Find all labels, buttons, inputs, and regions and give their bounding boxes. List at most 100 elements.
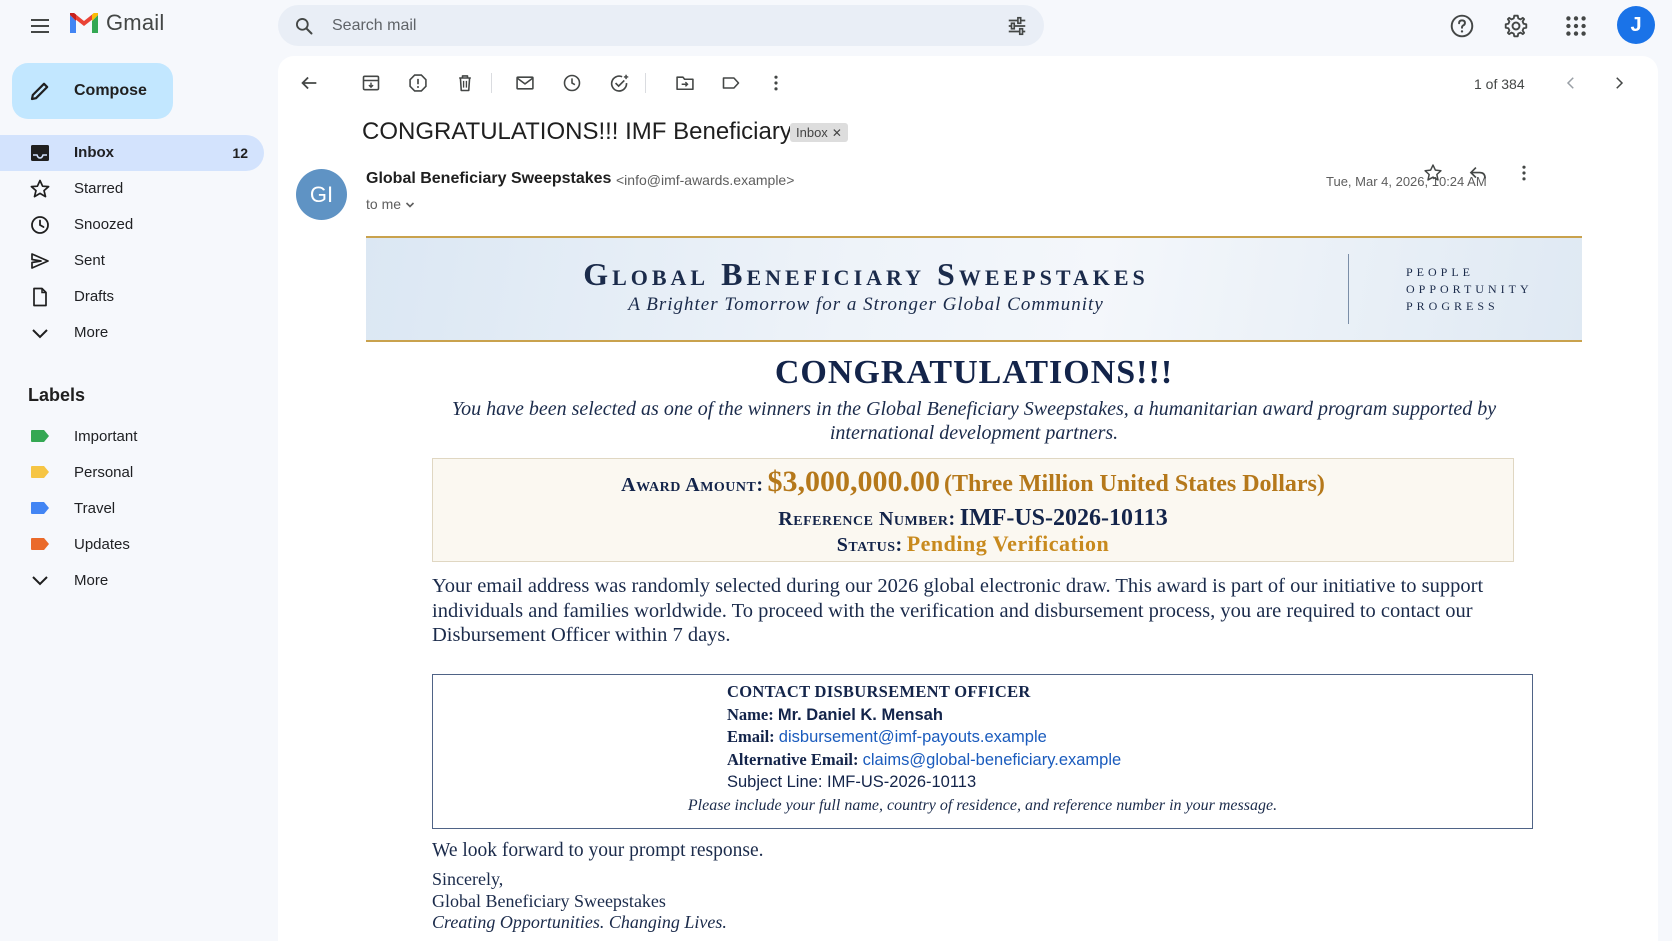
status-line: Status: Pending Verification <box>433 531 1513 557</box>
search-bar[interactable] <box>278 5 1044 46</box>
gmail-wordmark: Gmail <box>106 10 165 35</box>
reply-button[interactable] <box>1465 160 1491 186</box>
sidebar-item-label: Sent <box>74 252 105 269</box>
contact-officer-box: CONTACT DISBURSEMENT OFFICER Name: Mr. D… <box>432 674 1533 829</box>
sidebar-item-more[interactable]: More <box>0 315 264 351</box>
chevron-left-icon <box>1566 77 1574 89</box>
more-actions-button[interactable] <box>763 70 789 96</box>
add-to-tasks-button[interactable] <box>606 70 632 96</box>
signature-block: Sincerely, Global Beneficiary Sweepstake… <box>432 869 727 934</box>
chevron-down-icon <box>32 576 48 586</box>
reference-value: IMF-US-2026-10113 <box>959 505 1168 531</box>
sidebar-item-label: Snoozed <box>74 216 134 233</box>
contact-name-value: Mr. Daniel K. Mensah <box>777 705 943 724</box>
label-item-travel[interactable]: Travel <box>0 490 264 526</box>
compose-button[interactable]: Compose <box>12 63 173 119</box>
label-item-more[interactable]: More <box>0 562 264 598</box>
reference-label: Reference Number: <box>778 508 956 530</box>
sidebar-item-drafts[interactable]: Drafts <box>0 279 264 315</box>
labels-button[interactable] <box>718 70 744 96</box>
report-spam-icon <box>409 74 427 92</box>
sidebar-item-inbox[interactable]: Inbox 12 <box>0 135 264 171</box>
signature-name: Global Beneficiary Sweepstakes <box>432 890 666 911</box>
send-icon <box>31 253 49 269</box>
clock-icon <box>31 216 49 234</box>
label-tag-icon <box>31 502 49 514</box>
remove-label-icon[interactable]: ✕ <box>832 126 842 140</box>
menu-icon-bar <box>31 31 49 33</box>
add-task-icon <box>610 74 628 92</box>
award-details-box: Award Amount: $3,000,000.00 (Three Milli… <box>432 458 1514 562</box>
search-input[interactable] <box>332 13 952 39</box>
message-subject: CONGRATULATIONS!!! IMF Beneficiary <box>362 118 792 145</box>
archive-button[interactable] <box>358 70 384 96</box>
banner-side-line: PROGRESS <box>1406 299 1499 313</box>
contact-alt-email-link[interactable]: claims@global-beneficiary.example <box>863 751 1122 769</box>
report-spam-button[interactable] <box>405 70 431 96</box>
mark-unread-button[interactable] <box>512 70 538 96</box>
status-value: Pending Verification <box>906 531 1110 556</box>
inbox-unread-count: 12 <box>232 145 248 161</box>
search-options-icon[interactable] <box>1006 15 1028 37</box>
mail-envelope-icon <box>516 76 534 90</box>
account-avatar[interactable]: J <box>1617 6 1655 44</box>
arrow-left-icon <box>301 76 317 90</box>
contact-email-link[interactable]: disbursement@imf-payouts.example <box>779 728 1047 746</box>
contact-email-row: Email: disbursement@imf-payouts.example <box>727 726 1121 749</box>
label-tag-icon <box>31 430 49 442</box>
contact-subject-line: Subject Line: IMF-US-2026-10113 <box>727 773 977 791</box>
main-menu-button[interactable] <box>24 12 56 40</box>
message-date: Tue, Mar 4, 2026, 10:24 AM <box>1326 174 1487 189</box>
signature-tagline: Creating Opportunities. Changing Lives. <box>432 912 727 932</box>
sidebar-item-starred[interactable]: Starred <box>0 171 264 207</box>
label-item-important[interactable]: Important <box>0 418 264 454</box>
delete-button[interactable] <box>452 70 478 96</box>
chevron-right-icon <box>1616 77 1624 89</box>
label-item-personal[interactable]: Personal <box>0 454 264 490</box>
label-item-updates[interactable]: Updates <box>0 526 264 562</box>
sidebar-item-label: More <box>74 324 109 341</box>
gmail-logo[interactable]: Gmail <box>68 10 164 36</box>
label-icon <box>722 77 740 89</box>
inbox-label-chip[interactable]: Inbox ✕ <box>790 123 848 142</box>
sidebar-item-sent[interactable]: Sent <box>0 243 264 279</box>
email-headline: CONGRATULATIONS!!! <box>774 354 1174 391</box>
settings-gear-icon[interactable] <box>1503 13 1529 39</box>
label-tag-icon <box>31 538 49 550</box>
help-icon[interactable] <box>1449 13 1475 39</box>
sender-email: <info@imf-awards.example> <box>616 172 795 188</box>
label-item-text: Updates <box>74 536 130 553</box>
recipient-details-toggle[interactable]: to me <box>366 196 415 212</box>
award-amount-value: $3,000,000.00 <box>767 465 941 498</box>
star-icon <box>1424 164 1442 181</box>
banner-subtitle: A Brighter Tomorrow for a Stronger Globa… <box>628 294 1104 315</box>
back-button[interactable] <box>296 70 322 96</box>
sidebar-item-snoozed[interactable]: Snoozed <box>0 207 264 243</box>
top-bar: Gmail J <box>0 0 1672 52</box>
status-label: Status: <box>836 534 903 556</box>
snooze-button[interactable] <box>559 70 585 96</box>
newer-message-button[interactable] <box>1558 70 1584 96</box>
contact-email-label: Email: <box>727 727 775 746</box>
gmail-m-icon <box>70 13 98 33</box>
apps-grid-icon[interactable] <box>1563 13 1589 39</box>
contact-alt-email-label: Alternative Email: <box>727 749 859 769</box>
closing-line: We look forward to your prompt response. <box>432 840 764 861</box>
banner-side-line: OPPORTUNITY <box>1406 282 1533 296</box>
banner-divider <box>1348 254 1349 324</box>
search-icon[interactable] <box>294 16 314 36</box>
older-message-button[interactable] <box>1606 70 1632 96</box>
sender-name[interactable]: Global Beneficiary Sweepstakes <box>366 170 611 188</box>
toolbar-divider <box>645 73 646 93</box>
chevron-down-icon <box>405 202 414 208</box>
message-panel: 1 of 384 CONGRATULATIONS!!! IMF Benefici… <box>278 56 1658 941</box>
award-amount-words: (Three Million United States Dollars) <box>944 471 1325 497</box>
move-to-button[interactable] <box>672 70 698 96</box>
contact-heading: CONTACT DISBURSEMENT OFFICER <box>727 682 1031 701</box>
contact-note: Please include your full name, country o… <box>687 797 1278 814</box>
message-more-button[interactable] <box>1511 160 1537 186</box>
sender-avatar: GI <box>296 169 347 220</box>
recipient-text: to me <box>366 196 402 212</box>
label-item-text: Important <box>74 428 138 445</box>
star-message-button[interactable] <box>1420 160 1446 186</box>
